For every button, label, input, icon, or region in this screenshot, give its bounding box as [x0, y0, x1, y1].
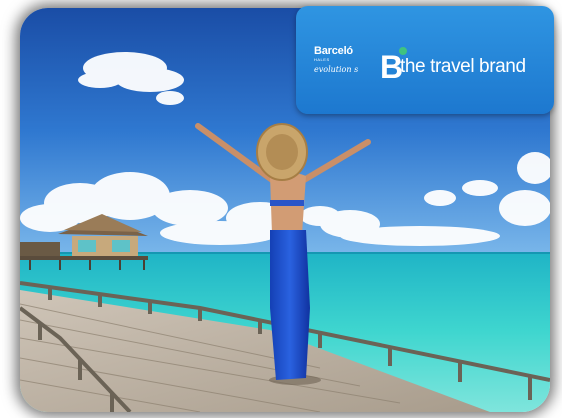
barcelo-name: Barceló — [314, 45, 353, 57]
barcelo-subtext: HALES — [314, 57, 330, 62]
travel-brand-name: the travel brand — [400, 56, 526, 77]
barcelo-tagline: evolution s — [314, 65, 359, 74]
brand-card: Barceló HALES evolution s B the travel b… — [296, 6, 554, 114]
barcelo-logo: Barceló HALES evolution s — [314, 46, 384, 74]
